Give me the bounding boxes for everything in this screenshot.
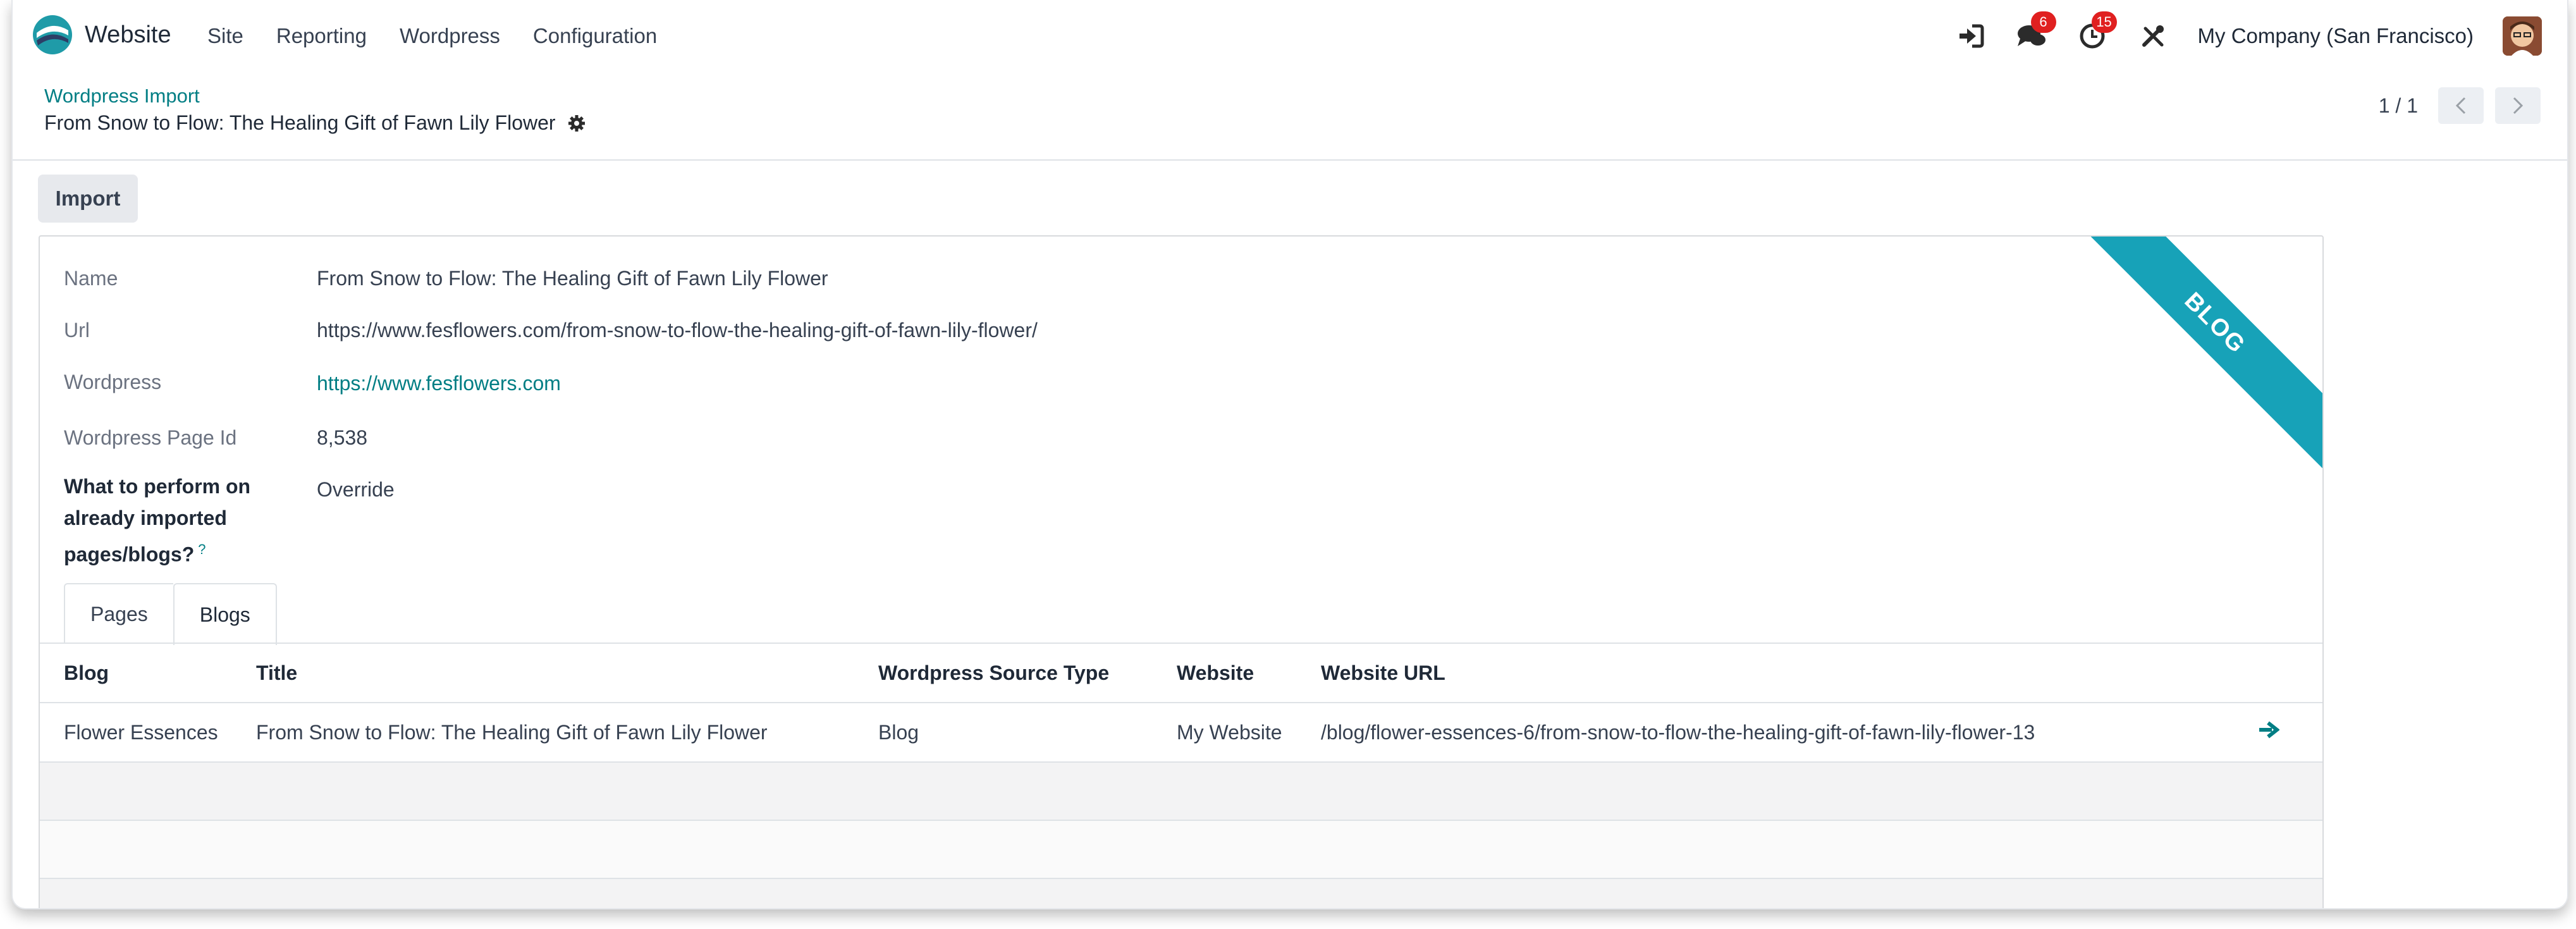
activities-clock-icon[interactable]: 15 (2076, 11, 2117, 52)
cell-website: My Website (1177, 720, 1282, 744)
perform-action-label-line-3: pages/blogs?? (64, 534, 250, 570)
cell-title: From Snow to Flow: The Healing Gift of F… (256, 720, 768, 744)
menu-configuration[interactable]: Configuration (533, 24, 657, 48)
perform-action-label-line-1: What to perform on (64, 475, 251, 498)
table-header: Blog Title Wordpress Source Type Website… (40, 644, 2322, 703)
main-menu: Site Reporting Wordpress Configuration (207, 24, 657, 48)
wordpress-label: Wordpress (64, 371, 162, 393)
website-app-logo-icon[interactable] (32, 14, 73, 56)
messages-count-badge: 6 (2030, 11, 2056, 33)
messages-icon[interactable]: 6 (2016, 11, 2056, 52)
tools-icon[interactable] (2137, 20, 2169, 52)
open-record-arrow-icon[interactable] (2258, 720, 2280, 744)
table-empty-row (40, 763, 2322, 821)
pager-next-button[interactable] (2495, 87, 2541, 124)
activities-count-badge: 15 (2091, 11, 2117, 33)
cell-source-type: Blog (878, 720, 919, 744)
url-label: Url (64, 319, 90, 341)
column-header-blog[interactable]: Blog (64, 661, 109, 685)
systray: 6 15 My Company (San Francisco) (1955, 11, 2542, 58)
chevron-right-icon (2513, 97, 2524, 114)
perform-action-select[interactable]: Override (317, 478, 395, 501)
column-header-website[interactable]: Website (1177, 661, 1254, 685)
name-label: Name (64, 267, 118, 290)
perform-action-label-text: pages/blogs? (64, 543, 195, 566)
table-row[interactable]: Flower Essences From Snow to Flow: The H… (40, 703, 2322, 763)
wordpress-page-id-label: Wordpress Page Id (64, 426, 237, 449)
cell-blog: Flower Essences (64, 720, 218, 744)
cell-website-url: /blog/flower-essences-6/from-snow-to-flo… (1321, 720, 2035, 744)
tab-blogs[interactable]: Blogs (173, 583, 277, 645)
perform-action-label-line-2: already imported (64, 507, 227, 529)
perform-action-label: What to perform on already imported page… (64, 471, 250, 570)
tab-pages[interactable]: Pages (64, 583, 173, 644)
name-field[interactable]: From Snow to Flow: The Healing Gift of F… (317, 267, 828, 290)
breadcrumb-current: From Snow to Flow: The Healing Gift of F… (44, 111, 586, 135)
menu-reporting[interactable]: Reporting (276, 24, 367, 48)
pager-previous-button[interactable] (2438, 87, 2484, 124)
wordpress-page-id-field[interactable]: 8,538 (317, 426, 367, 450)
column-header-title[interactable]: Title (256, 661, 297, 685)
import-button[interactable]: Import (38, 175, 138, 223)
form-sheet: BLOG Name From Snow to Flow: The Healing… (39, 235, 2324, 908)
notebook-tabs: Pages Blogs (64, 583, 277, 645)
table-empty-row (40, 821, 2322, 879)
blog-ribbon: BLOG (2053, 237, 2322, 485)
breadcrumb-current-title: From Snow to Flow: The Healing Gift of F… (44, 111, 556, 134)
chevron-left-icon (2455, 97, 2466, 114)
breadcrumb-parent-link[interactable]: Wordpress Import (44, 85, 200, 108)
blogs-table: Blog Title Wordpress Source Type Website… (40, 644, 2322, 908)
menu-wordpress[interactable]: Wordpress (400, 24, 500, 48)
menu-site[interactable]: Site (207, 24, 243, 48)
app-name[interactable]: Website (85, 22, 171, 49)
app-window: Website Site Reporting Wordpress Configu… (11, 0, 2568, 909)
column-header-source-type[interactable]: Wordpress Source Type (878, 661, 1109, 685)
gear-icon[interactable] (567, 114, 586, 133)
record-pager: 1 / 1 (2379, 87, 2541, 124)
sign-in-icon[interactable] (1955, 20, 1987, 52)
user-avatar[interactable] (2503, 16, 2542, 56)
table-empty-row (40, 879, 2322, 908)
url-field[interactable]: https://www.fesflowers.com/from-snow-to-… (317, 319, 1038, 342)
company-switcher[interactable]: My Company (San Francisco) (2198, 24, 2474, 48)
help-tooltip-icon[interactable]: ? (198, 541, 205, 557)
wordpress-link[interactable]: https://www.fesflowers.com (317, 372, 561, 395)
pager-value[interactable]: 1 / 1 (2379, 94, 2418, 118)
top-navbar: Website Site Reporting Wordpress Configu… (13, 0, 2567, 75)
column-header-website-url[interactable]: Website URL (1321, 661, 1445, 685)
